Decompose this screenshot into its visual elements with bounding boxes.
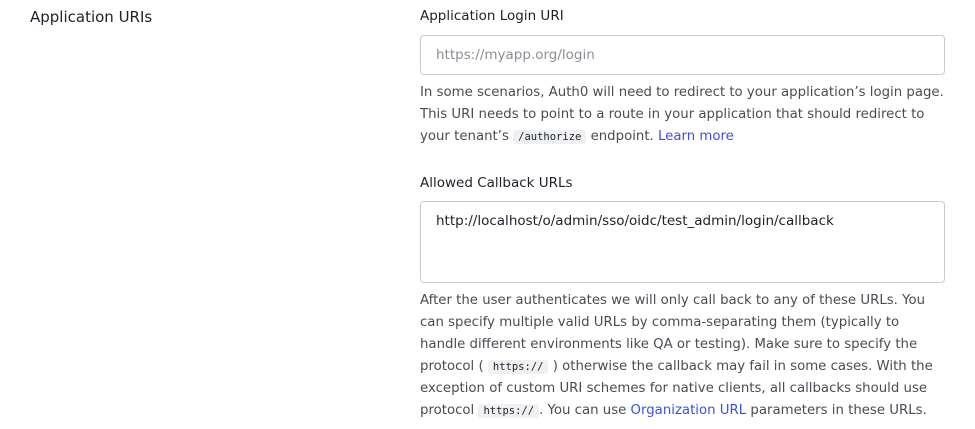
https-code-1: https:// [487,360,549,374]
section-title: Application URIs [30,8,153,26]
callback-urls-textarea[interactable]: http://localhost/o/admin/sso/oidc/test_a… [420,201,945,283]
callback-urls-label: Allowed Callback URLs [420,175,573,191]
login-uri-help-text-end: endpoint. [590,129,654,144]
authorize-code: /authorize [513,130,587,144]
callback-help-text-4: parameters in these URLs. [750,403,927,418]
organization-url-link[interactable]: Organization URL [631,403,747,418]
https-code-2: https:// [478,404,540,418]
login-uri-label: Application Login URI [420,8,564,24]
learn-more-link[interactable]: Learn more [658,129,734,144]
login-uri-input[interactable] [420,35,945,75]
callback-help-text-3: . You can use [539,403,627,418]
login-uri-help: In some scenarios, Auth0 will need to re… [420,82,948,148]
callback-urls-help: After the user authenticates we will onl… [420,290,948,422]
